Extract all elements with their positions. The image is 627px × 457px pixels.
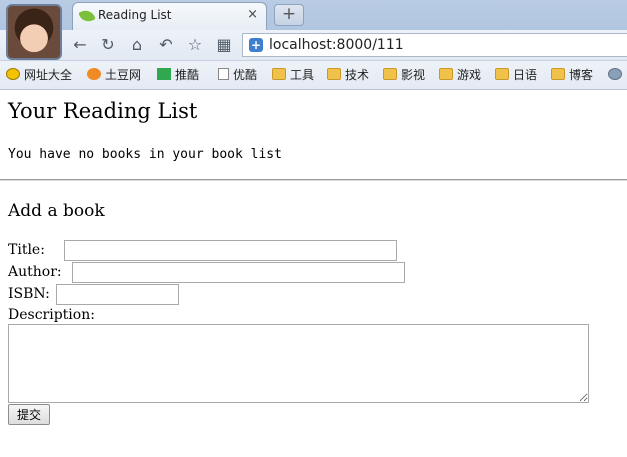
bookmark-item[interactable]: 网址大全	[6, 66, 72, 84]
chevron-right-icon	[608, 68, 622, 80]
isbn-input[interactable]	[56, 284, 179, 305]
home-icon[interactable]: ⌂	[126, 35, 148, 55]
new-tab-button[interactable]: +	[274, 4, 304, 26]
reload-icon[interactable]: ↻	[97, 35, 119, 55]
bookmark-item[interactable]: 推酷	[157, 66, 199, 84]
bookmark-folder[interactable]: 游戏	[439, 66, 481, 84]
potato-icon	[87, 68, 101, 80]
bookmark-folder[interactable]: 技术	[327, 66, 369, 84]
folder-icon	[551, 68, 565, 80]
browser-chrome: Reading List × + ← ↻ ⌂ ↶ ☆ ▦ + localhost…	[0, 0, 627, 90]
divider	[0, 179, 627, 181]
author-input[interactable]	[72, 262, 405, 283]
bookmark-folder[interactable]: 日语	[495, 66, 537, 84]
folder-icon	[495, 68, 509, 80]
address-url[interactable]: localhost:8000/111	[269, 37, 404, 53]
author-label: Author:	[8, 264, 62, 280]
browser-toolbar: ← ↻ ⌂ ↶ ☆ ▦ + localhost:8000/111	[0, 30, 627, 61]
folder-icon	[272, 68, 286, 80]
leaf-icon	[78, 7, 96, 25]
title-label: Title:	[8, 242, 45, 258]
apps-icon[interactable]: ▦	[213, 35, 235, 55]
empty-list-message: You have no books in your book list	[8, 147, 282, 162]
form-heading: Add a book	[8, 201, 105, 221]
bookmark-folder[interactable]: 工具	[272, 66, 314, 84]
undo-icon[interactable]: ↶	[155, 35, 177, 55]
close-icon[interactable]: ×	[247, 7, 258, 22]
page-icon	[218, 68, 229, 80]
bookmark-folder[interactable]: 博客	[551, 66, 593, 84]
browser-tab[interactable]: Reading List ×	[72, 2, 267, 30]
bookmark-overflow[interactable]	[608, 66, 626, 84]
isbn-label: ISBN:	[8, 286, 50, 302]
folder-icon	[327, 68, 341, 80]
bookmarks-bar: 网址大全 土豆网 推酷 优酷 工具 技术 影视 游戏 日语 博客	[0, 61, 627, 90]
star-icon[interactable]: ☆	[184, 35, 206, 55]
bookmark-item[interactable]: 优酷	[218, 66, 257, 84]
description-label: Description:	[8, 307, 95, 323]
folder-icon	[439, 68, 453, 80]
page-title: Your Reading List	[8, 99, 198, 123]
bookmark-item[interactable]: 土豆网	[87, 66, 141, 84]
folder-icon	[383, 68, 397, 80]
profile-avatar[interactable]	[6, 4, 62, 60]
bookmark-folder[interactable]: 影视	[383, 66, 425, 84]
plus-circle-icon	[6, 68, 20, 80]
tuicool-icon	[157, 68, 171, 80]
submit-button[interactable]: 提交	[8, 404, 50, 425]
shield-icon: +	[249, 38, 263, 52]
title-input[interactable]	[64, 240, 397, 261]
tab-title: Reading List	[98, 8, 172, 22]
description-textarea[interactable]	[8, 324, 589, 403]
address-bar[interactable]: + localhost:8000/111	[242, 33, 627, 57]
back-icon[interactable]: ←	[69, 35, 91, 55]
